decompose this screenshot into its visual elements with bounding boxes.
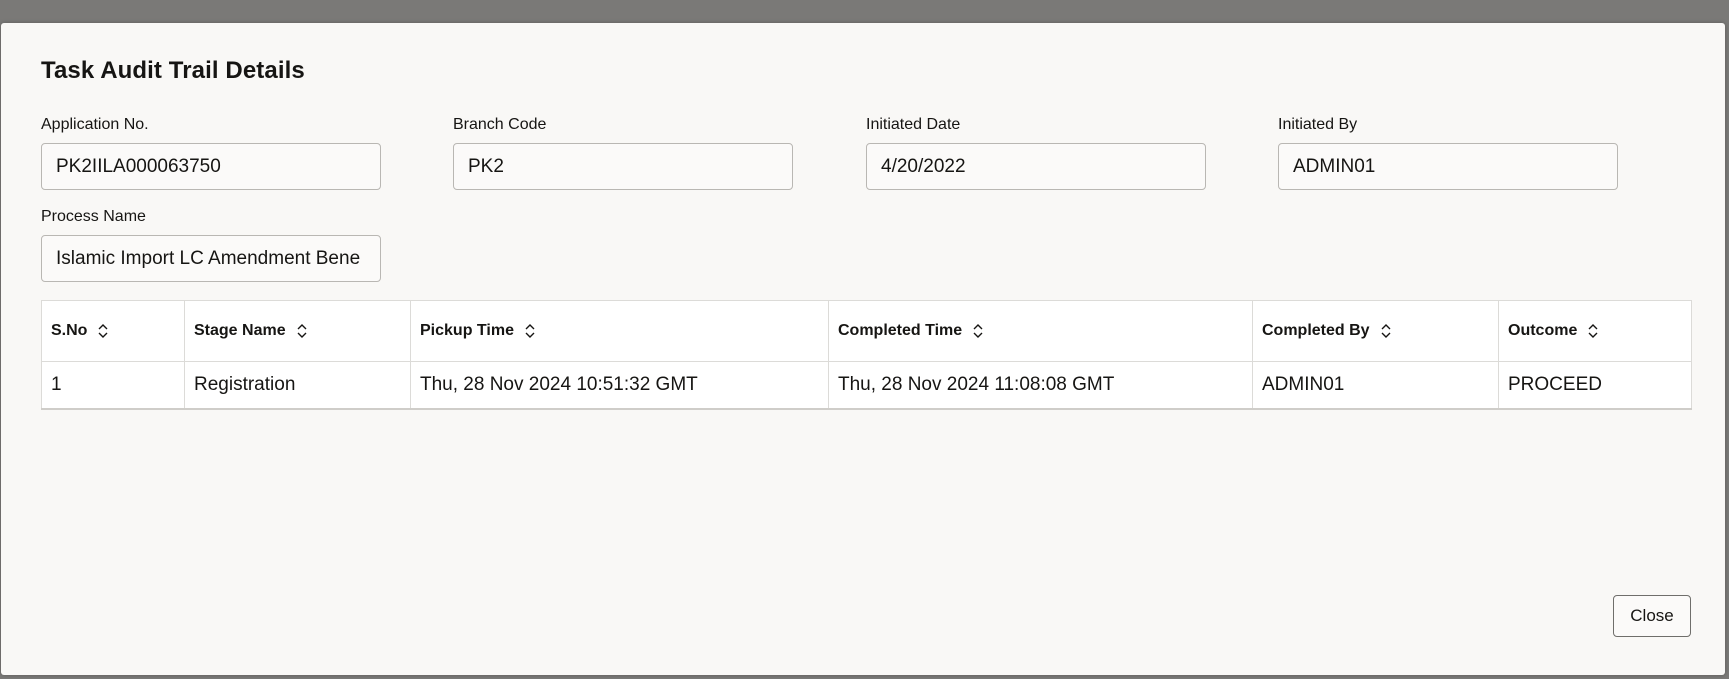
process-name-input[interactable]	[41, 235, 381, 282]
task-audit-trail-dialog: Task Audit Trail Details Application No.…	[1, 23, 1725, 675]
sort-icon[interactable]	[1380, 323, 1392, 339]
sort-icon[interactable]	[972, 323, 984, 339]
column-header-completed-time[interactable]: Completed Time	[828, 300, 1253, 362]
column-header-stage-name[interactable]: Stage Name	[184, 300, 411, 362]
cell-outcome: PROCEED	[1498, 361, 1692, 410]
branch-code-input[interactable]	[453, 143, 793, 190]
dialog-title: Task Audit Trail Details	[41, 57, 305, 84]
initiated-date-input[interactable]	[866, 143, 1206, 190]
sort-icon[interactable]	[1587, 323, 1599, 339]
audit-trail-table: S.No Stage Name Pickup Time Completed Ti…	[41, 300, 1692, 410]
cell-completed-time: Thu, 28 Nov 2024 11:08:08 GMT	[828, 361, 1253, 410]
table-header-row: S.No Stage Name Pickup Time Completed Ti…	[41, 300, 1692, 362]
initiated-by-label: Initiated By	[1278, 116, 1358, 133]
application-no-field-group: Application No.	[41, 114, 381, 190]
process-name-label: Process Name	[41, 208, 146, 225]
initiated-by-field-group: Initiated By	[1278, 114, 1618, 190]
sort-icon[interactable]	[97, 323, 109, 339]
sort-icon[interactable]	[296, 323, 308, 339]
initiated-by-input[interactable]	[1278, 143, 1618, 190]
column-header-pickup-time[interactable]: Pickup Time	[410, 300, 829, 362]
table-row[interactable]: 1 Registration Thu, 28 Nov 2024 10:51:32…	[41, 361, 1692, 410]
cell-sno: 1	[41, 361, 185, 410]
close-button[interactable]: Close	[1613, 595, 1691, 637]
process-name-field-group: Process Name	[41, 206, 381, 282]
sort-icon[interactable]	[524, 323, 536, 339]
application-no-input[interactable]	[41, 143, 381, 190]
initiated-date-field-group: Initiated Date	[866, 114, 1206, 190]
initiated-date-label: Initiated Date	[866, 116, 961, 133]
cell-stage-name: Registration	[184, 361, 411, 410]
branch-code-field-group: Branch Code	[453, 114, 793, 190]
column-header-completed-by[interactable]: Completed By	[1252, 300, 1499, 362]
application-no-label: Application No.	[41, 116, 149, 133]
cell-pickup-time: Thu, 28 Nov 2024 10:51:32 GMT	[410, 361, 829, 410]
branch-code-label: Branch Code	[453, 116, 547, 133]
cell-completed-by: ADMIN01	[1252, 361, 1499, 410]
column-header-outcome[interactable]: Outcome	[1498, 300, 1692, 362]
column-header-sno[interactable]: S.No	[41, 300, 185, 362]
